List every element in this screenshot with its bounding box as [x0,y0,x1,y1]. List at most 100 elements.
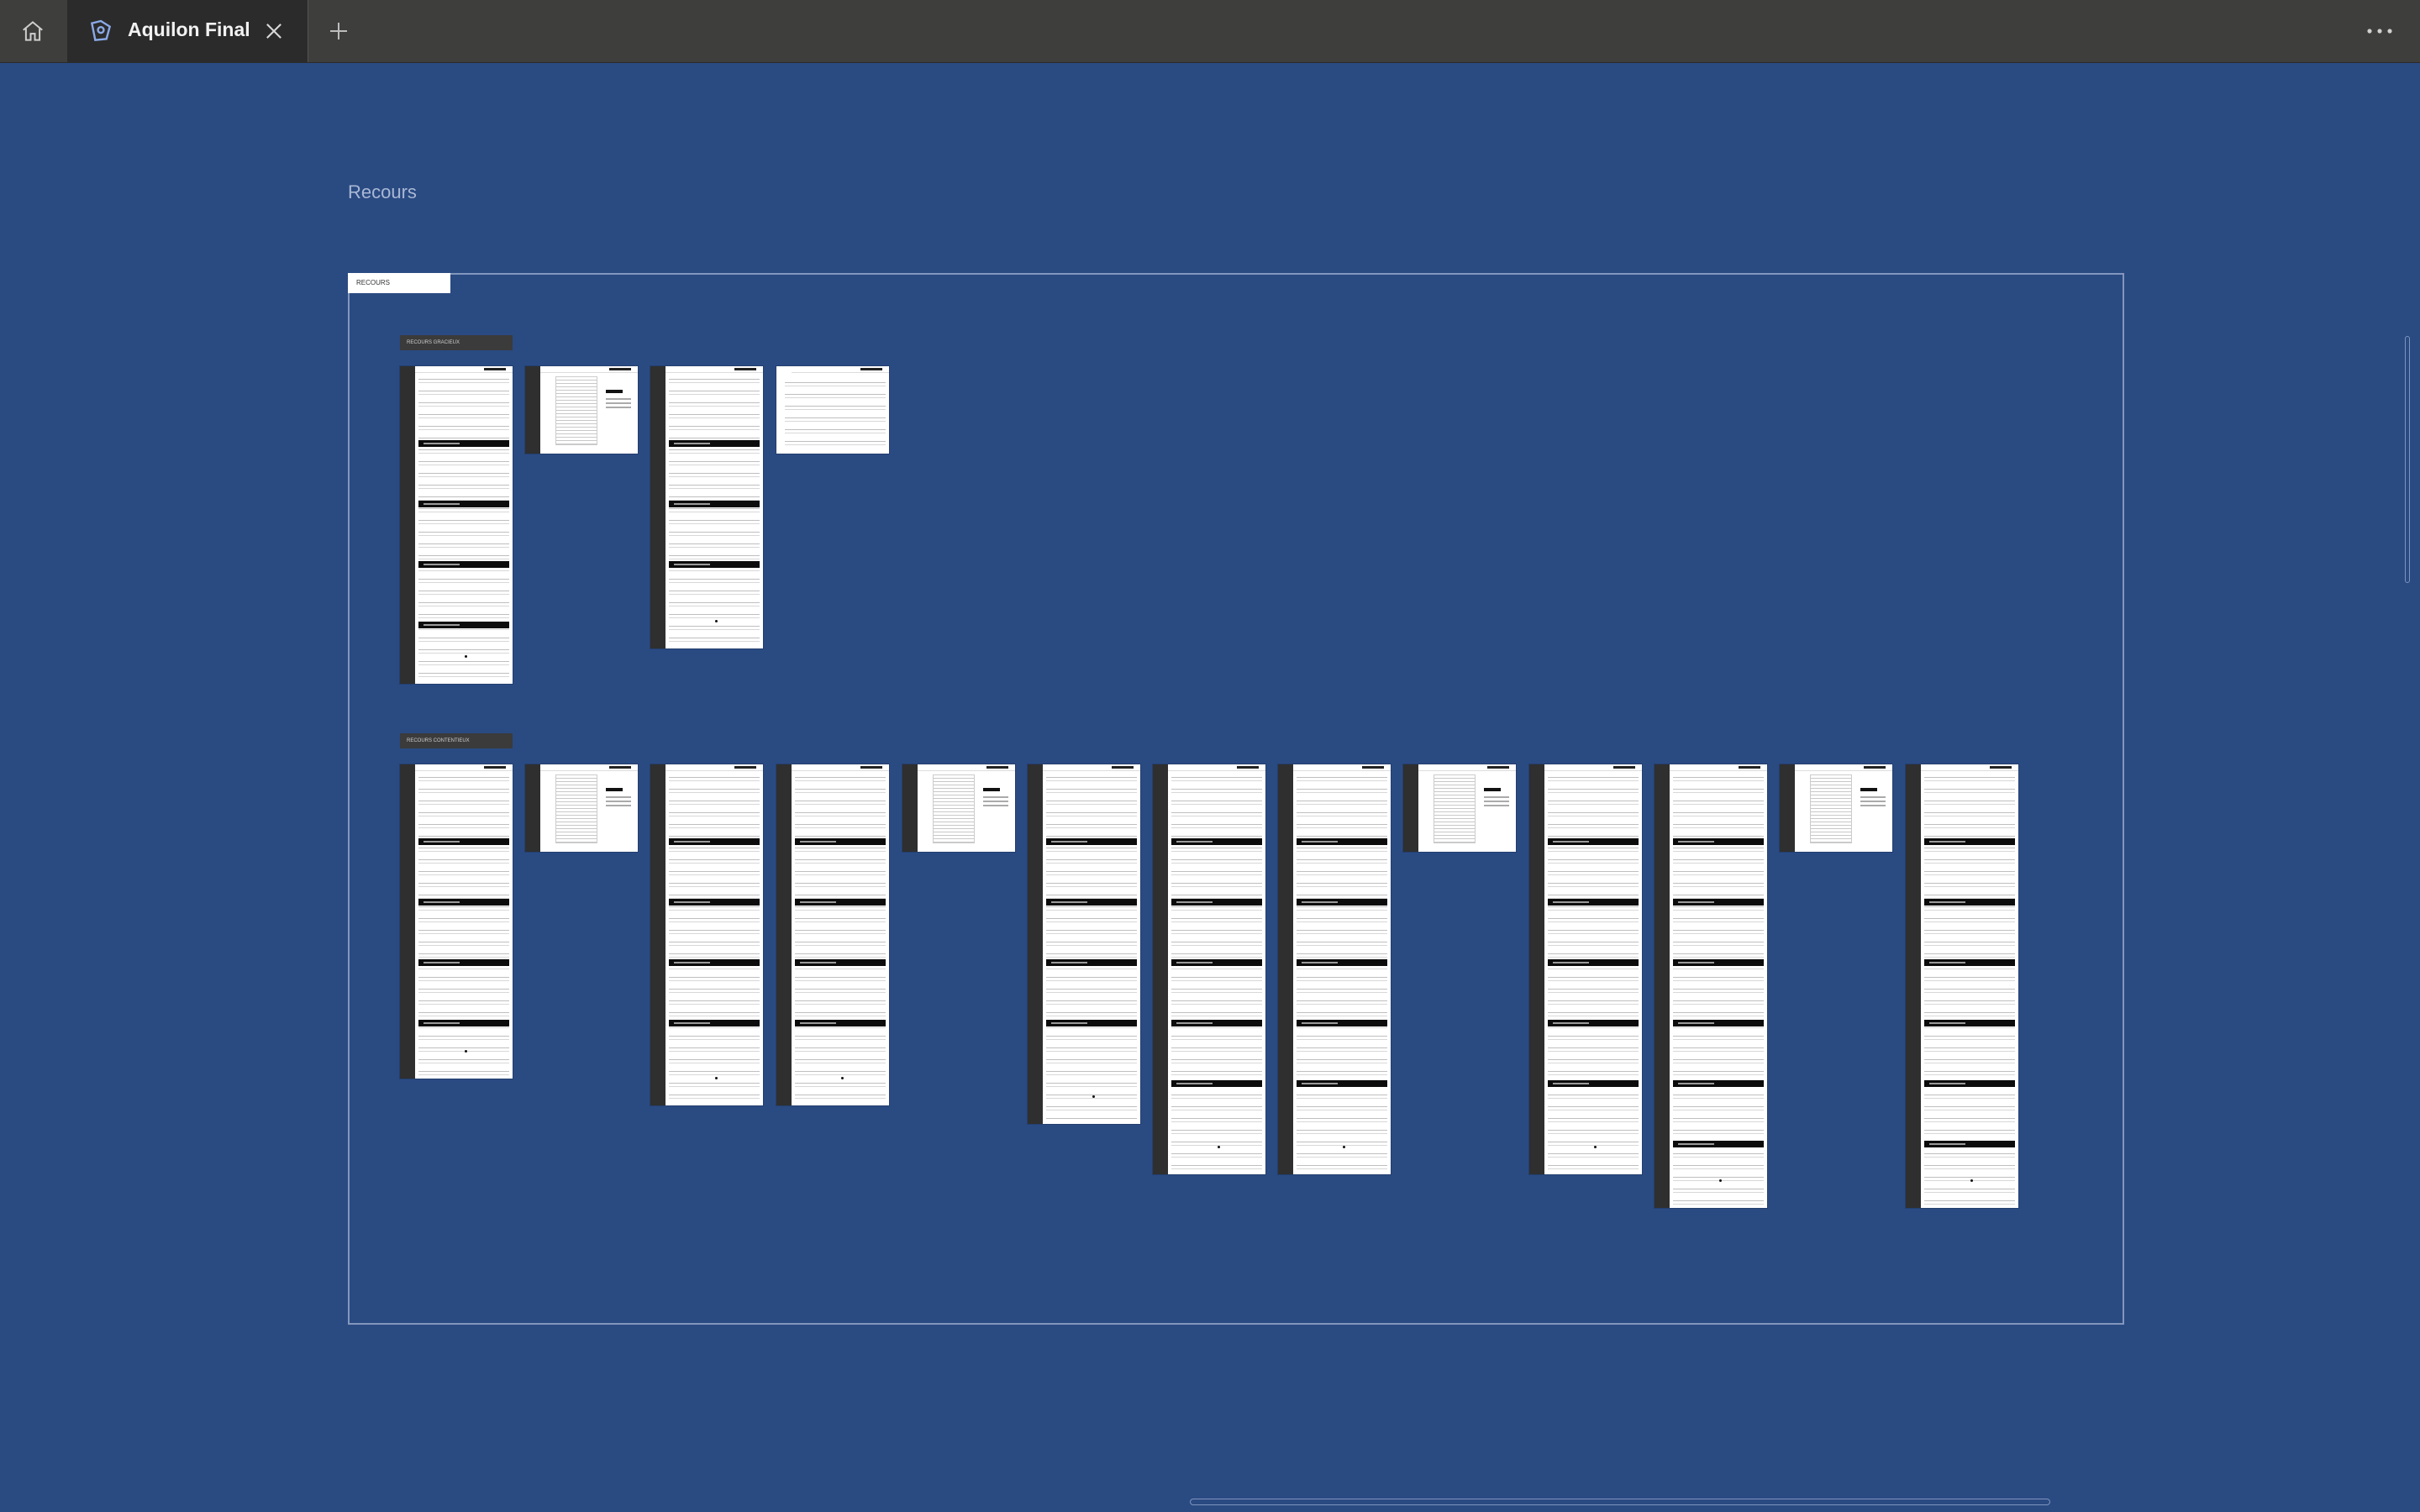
section-badge[interactable]: RECOURS [348,273,450,293]
thumbnail-sidebar [1529,764,1544,1174]
thumbnail-section-bar [1548,959,1639,966]
thumbnail-sidebar [650,366,666,648]
thumbnail-section-bar [418,959,509,966]
thumbnail-section-bar [418,622,509,628]
thumbnail-dot [1970,1179,1973,1182]
screen-thumbnail[interactable] [525,366,638,454]
thumbnail-section-bar [418,561,509,568]
thumbnail-dot [841,1077,844,1079]
screen-thumbnail[interactable] [1153,764,1265,1174]
thumbnail-section-bar [1297,1080,1387,1087]
thumbnail-document-preview [1434,774,1476,843]
thumbnail-side-pane [601,376,633,445]
thumbnail-text [785,378,886,450]
thumbnail-section-bar [669,838,760,845]
thumbnail-header [415,366,513,373]
thumbnail-section-bar [1924,899,2015,906]
thumbnail-content [1171,773,1262,1171]
thumbnail-section-bar [418,1020,509,1026]
thumbnail-header [1168,764,1265,771]
tab-aquilon-final[interactable]: Aquilon Final [67,0,308,62]
section-title[interactable]: Recours [348,181,417,203]
screen-thumbnail[interactable] [1780,764,1892,852]
design-file-icon [90,19,112,41]
thumbnail-document-preview [933,774,975,843]
thumbnail-document-preview [555,376,597,445]
screen-thumbnail[interactable] [1906,764,2018,1208]
thumbnail-sidebar [650,764,666,1105]
thumbnail-header [1670,764,1767,771]
thumbnail-section-bar [669,899,760,906]
thumbnail-dot [1719,1179,1722,1182]
home-button[interactable] [0,0,66,62]
thumbnail-section-bar [669,440,760,447]
thumbnail-dot [465,1050,467,1053]
thumbnail-section-bar [1046,1020,1137,1026]
thumbnail-section-bar [669,1020,760,1026]
thumbnail-section-bar [1924,959,2015,966]
more-menu-button[interactable] [2353,18,2407,44]
thumbnail-document-preview [1810,774,1852,843]
thumbnail-dot [1218,1146,1220,1148]
thumbnail-content [1046,773,1137,1121]
thumbnail-sidebar [525,764,540,852]
thumbnail-section-bar [669,501,760,507]
screen-thumbnail[interactable] [776,366,889,454]
screen-thumbnail[interactable] [1278,764,1391,1174]
thumbnail-section-bar [1924,1080,2015,1087]
group-label-gracieux[interactable]: RECOURS GRACIEUX [400,335,513,350]
thumbnail-section-bar [1673,838,1764,845]
thumbnail-side-pane [601,774,633,843]
thumbnail-section-bar [1297,899,1387,906]
plus-icon[interactable] [326,18,351,44]
thumbnail-content [669,773,760,1102]
thumbnail-side-pane [978,774,1010,843]
thumbnail-dot [465,655,467,658]
screen-thumbnail[interactable] [902,764,1015,852]
thumbnail-section-bar [418,899,509,906]
thumbnail-header [1293,764,1391,771]
screen-thumbnail[interactable] [525,764,638,852]
thumbnail-sidebar [1655,764,1670,1208]
thumbnail-section-bar [1171,1020,1262,1026]
thumbnail-section-bar [795,838,886,845]
thumbnail-sidebar [902,764,918,852]
thumbnail-dot [1343,1146,1345,1148]
screen-thumbnail[interactable] [400,366,513,684]
thumbnail-header [1544,764,1642,771]
screen-thumbnail[interactable] [650,366,763,648]
thumbnail-section-bar [1297,1020,1387,1026]
thumbnail-content [1548,773,1639,1171]
thumbnail-section-bar [418,501,509,507]
thumbnail-dot [715,620,718,622]
screen-thumbnail[interactable] [1529,764,1642,1174]
screen-thumbnail[interactable] [400,764,513,1079]
thumbnail-header [666,764,763,771]
thumbnail-sidebar [1028,764,1043,1124]
thumbnail-sidebar [1906,764,1921,1208]
group-label-contentieux[interactable]: RECOURS CONTENTIEUX [400,733,513,748]
thumbnail-section-bar [1046,838,1137,845]
thumbnail-sidebar [1780,764,1795,852]
thumbnail-section-bar [1171,838,1262,845]
thumbnail-header [540,764,638,771]
thumbnail-section-bar [1924,1141,2015,1147]
screen-thumbnail[interactable] [776,764,889,1105]
screen-thumbnail[interactable] [1403,764,1516,852]
screen-thumbnail[interactable] [1655,764,1767,1208]
thumbnail-section-bar [1046,959,1137,966]
screen-thumbnail[interactable] [650,764,763,1105]
thumbnail-header [1418,764,1516,771]
thumbnail-sidebar [1153,764,1168,1174]
thumbnail-section-bar [669,959,760,966]
thumbnail-section-bar [1297,838,1387,845]
thumbnail-section-bar [669,561,760,568]
thumbnail-section-bar [1171,959,1262,966]
horizontal-scrollbar[interactable] [1190,1499,2050,1505]
thumbnail-dot [1092,1095,1095,1098]
thumbnail-header [792,366,889,373]
close-icon[interactable] [262,19,286,43]
vertical-scrollbar[interactable] [2405,336,2410,583]
screen-thumbnail[interactable] [1028,764,1140,1124]
thumbnail-header [415,764,513,771]
